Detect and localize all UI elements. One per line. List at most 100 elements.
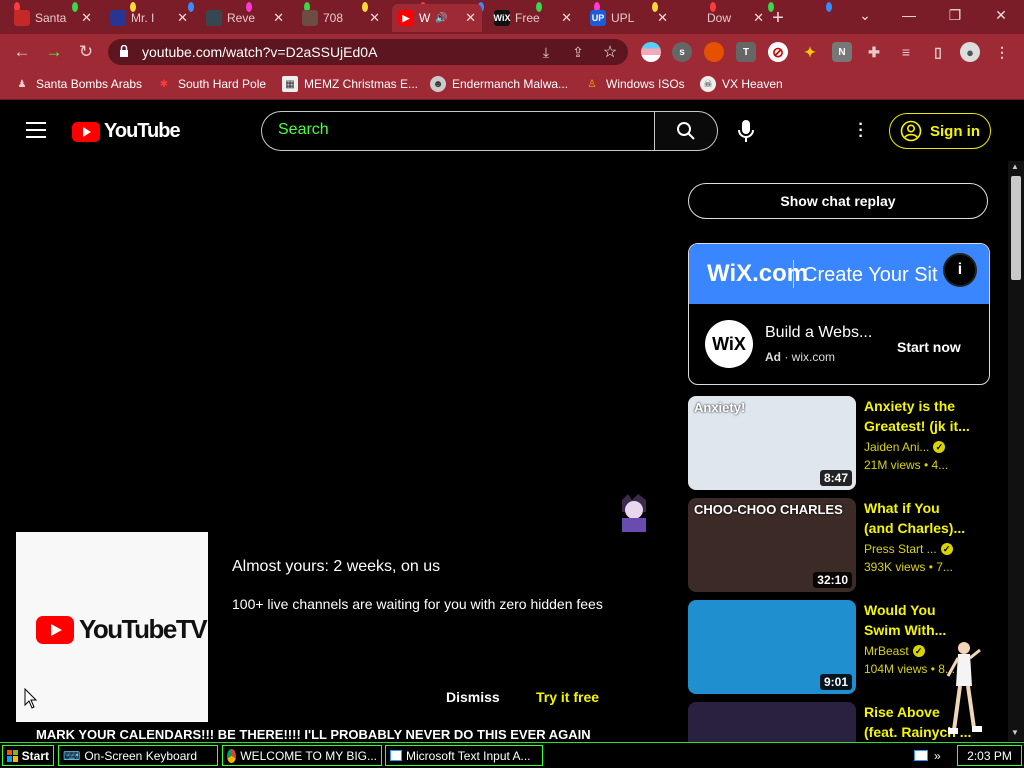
video-title-link[interactable]: Anxiety is the Greatest! (jk it... bbox=[864, 396, 976, 436]
video-title-line: Anxiety is the bbox=[864, 398, 956, 414]
tab-close-icon[interactable]: ✕ bbox=[81, 10, 92, 26]
keyboard-tray-icon[interactable] bbox=[914, 750, 928, 761]
extension-s-icon[interactable]: s bbox=[672, 42, 692, 62]
bookmark-endermanch[interactable]: ☻ Endermanch Malwa... bbox=[430, 76, 568, 92]
video-title-link[interactable]: Would You Swim With... bbox=[864, 600, 976, 640]
video-meta: 21M views • 4... bbox=[864, 458, 949, 472]
bookmark-star-icon[interactable]: ☆ bbox=[598, 40, 622, 64]
tab-close-icon[interactable]: ✕ bbox=[177, 10, 188, 26]
ad-domain: wix.com bbox=[791, 350, 836, 364]
scrollbar-thumb[interactable] bbox=[1011, 176, 1021, 280]
channel-name[interactable]: MrBeast ✓ bbox=[864, 644, 925, 658]
tab-audio-icon[interactable]: 🔊 bbox=[435, 13, 447, 24]
tab-close-icon[interactable]: ✕ bbox=[561, 10, 572, 26]
scroll-down-arrow-icon[interactable]: ▼ bbox=[1011, 728, 1019, 737]
tab-close-icon[interactable]: ✕ bbox=[657, 10, 668, 26]
bookmark-raccoon-icon: ☻ bbox=[430, 76, 446, 92]
ad-banner-divider bbox=[793, 260, 794, 288]
show-chat-replay-button[interactable]: Show chat replay bbox=[688, 183, 988, 219]
restore-icon[interactable]: ❐ bbox=[932, 0, 978, 30]
fox-extension-icon[interactable]: ✦ bbox=[800, 42, 820, 62]
promo-title: Almost yours: 2 weeks, on us bbox=[232, 558, 441, 575]
video-title-line: (and Charles)... bbox=[864, 520, 966, 536]
tab-search-chevron-icon[interactable]: ⌄ bbox=[842, 0, 888, 30]
video-title-link[interactable]: What if You (and Charles)... bbox=[864, 498, 976, 538]
browser-tab[interactable]: WiX Free ✕ bbox=[488, 4, 578, 32]
verified-check-icon: ✓ bbox=[912, 645, 925, 657]
tab-close-icon[interactable]: ✕ bbox=[369, 10, 380, 26]
tab-close-icon[interactable]: ✕ bbox=[465, 10, 476, 26]
video-thumbnail[interactable]: Anxiety! 8:47 bbox=[688, 396, 856, 490]
video-thumbnail[interactable]: 9:01 bbox=[688, 600, 856, 694]
taskbar-item-chrome[interactable]: WELCOME TO MY BIG... bbox=[222, 745, 382, 766]
ad-info-icon[interactable]: i bbox=[943, 253, 977, 287]
dismiss-button[interactable]: Dismiss bbox=[446, 689, 500, 705]
taskbar-clock[interactable]: 2:03 PM bbox=[957, 745, 1022, 766]
share-icon[interactable]: ⇪ bbox=[566, 40, 590, 64]
search-button[interactable] bbox=[654, 111, 718, 151]
bookmark-snowflake-icon: ✱ bbox=[159, 78, 169, 90]
browser-tab[interactable]: Reve ✕ bbox=[200, 4, 290, 32]
profile-icon[interactable]: ● bbox=[960, 42, 980, 62]
channel-name[interactable]: Jaiden Ani... ✓ bbox=[864, 440, 946, 454]
url-text[interactable]: youtube.com/watch?v=D2aSSUjEd0A bbox=[142, 44, 377, 60]
new-tab-button[interactable]: + bbox=[764, 4, 792, 32]
side-panel-icon[interactable]: ▯ bbox=[928, 42, 948, 62]
browser-tab[interactable]: ▶ W 🔊 ✕ bbox=[392, 4, 482, 32]
video-title-line: What if You bbox=[864, 500, 940, 516]
block-extension-icon[interactable]: ⊘ bbox=[768, 42, 788, 62]
tray-expand-icon[interactable]: » bbox=[934, 749, 941, 763]
extension-avatar-icon[interactable] bbox=[704, 42, 724, 62]
ad-title[interactable]: Build a Webs... bbox=[765, 324, 872, 342]
browser-tab[interactable]: 708 ✕ bbox=[296, 4, 386, 32]
hamburger-menu-icon[interactable] bbox=[26, 122, 46, 143]
system-tray: » bbox=[914, 745, 954, 766]
browser-tab[interactable]: UP UPL ✕ bbox=[584, 4, 674, 32]
sign-in-button[interactable]: Sign in bbox=[889, 113, 991, 149]
verified-check-icon: ✓ bbox=[940, 543, 953, 555]
extensions-puzzle-icon[interactable]: ✚ bbox=[864, 42, 884, 62]
bookmark-santa-bombs[interactable]: ♟ Santa Bombs Arabs bbox=[14, 76, 143, 92]
browser-menu-icon[interactable]: ⋮ bbox=[992, 42, 1012, 62]
bookmark-windows-isos[interactable]: ♙ Windows ISOs bbox=[584, 76, 685, 92]
install-app-icon[interactable]: ⤓ bbox=[534, 40, 558, 64]
tab-close-icon[interactable]: ✕ bbox=[273, 10, 284, 26]
browser-tab[interactable]: Santa ✕ bbox=[8, 4, 98, 32]
channel-name[interactable]: Press Start ... ✓ bbox=[864, 542, 953, 556]
close-window-icon[interactable]: ✕ bbox=[978, 0, 1024, 30]
taskbar-item-text-input[interactable]: Microsoft Text Input A... bbox=[385, 745, 543, 766]
extension-n-icon[interactable]: N bbox=[832, 42, 852, 62]
reading-list-icon[interactable]: ≡ bbox=[896, 42, 916, 62]
recommended-video[interactable]: CHOO-CHOO CHARLES 32:10 What if You (and Ch… bbox=[688, 498, 990, 592]
minimize-icon[interactable]: — bbox=[886, 0, 932, 30]
advertiser-avatar[interactable]: WiX bbox=[705, 320, 753, 368]
ad-card[interactable]: WiX.com Create Your Sit i WiX Build a We… bbox=[688, 243, 990, 385]
bookmark-vx-heaven[interactable]: ☠ VX Heaven bbox=[700, 76, 783, 92]
start-button[interactable]: Start bbox=[2, 745, 54, 766]
bookmark-south-hard-pole[interactable]: ✱ South Hard Pole bbox=[156, 76, 266, 92]
back-icon[interactable]: ← bbox=[10, 40, 34, 64]
reload-icon[interactable]: ↻ bbox=[74, 40, 98, 64]
dancing-figure-decoration bbox=[946, 642, 982, 734]
taskbar-item-on-screen-keyboard[interactable]: ⌨ On-Screen Keyboard bbox=[58, 745, 218, 766]
video-thumbnail[interactable]: CHOO-CHOO CHARLES 32:10 bbox=[688, 498, 856, 592]
recommended-video[interactable]: Anxiety! 8:47 Anxiety is the Greatest! (jk … bbox=[688, 396, 990, 490]
browser-tab[interactable]: Dow ✕ bbox=[680, 4, 770, 32]
youtube-logo[interactable]: YouTube bbox=[72, 120, 181, 143]
browser-tab[interactable]: Mr. I ✕ bbox=[104, 4, 194, 32]
settings-kebab-icon[interactable]: · · · bbox=[858, 117, 864, 145]
ad-start-now-button[interactable]: Start now bbox=[897, 339, 961, 355]
try-it-free-button[interactable]: Try it free bbox=[536, 689, 599, 705]
thumbnail-text: CHOO-CHOO CHARLES bbox=[694, 502, 843, 517]
extension-t-icon[interactable]: T bbox=[736, 42, 756, 62]
microphone-icon[interactable] bbox=[736, 118, 756, 144]
video-thumbnail[interactable] bbox=[688, 702, 856, 742]
video-title: MARK YOUR CALENDARS!!! BE THERE!!!! I'LL… bbox=[36, 727, 591, 741]
tab-favicon-icon bbox=[686, 10, 702, 26]
verified-check-icon: ✓ bbox=[933, 441, 946, 453]
forward-icon[interactable]: → bbox=[42, 40, 66, 64]
scroll-up-arrow-icon[interactable]: ▲ bbox=[1011, 162, 1019, 171]
pride-extension-icon[interactable] bbox=[641, 42, 661, 62]
bookmark-memz[interactable]: ▦ MEMZ Christmas E... bbox=[282, 76, 418, 92]
tab-close-icon[interactable]: ✕ bbox=[753, 10, 764, 26]
